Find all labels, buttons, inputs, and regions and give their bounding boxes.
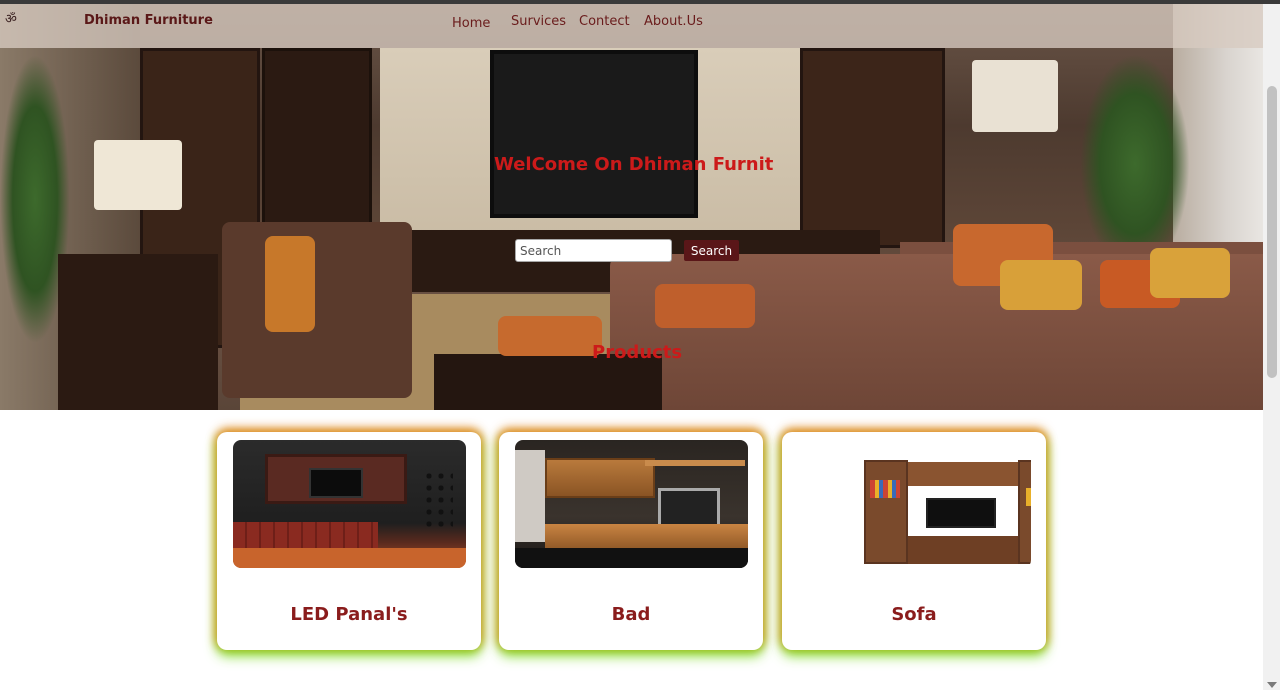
hero-bg-armchair: [222, 222, 412, 398]
scrollbar-thumb[interactable]: [1267, 86, 1277, 378]
sofa-base-cabinet: [908, 536, 1018, 564]
hero-bg-lamp-left: [94, 140, 182, 210]
nav-link-home[interactable]: Home: [452, 16, 490, 31]
product-image-led-panel[interactable]: [233, 440, 466, 568]
hero-bg-tv: [490, 50, 698, 218]
product-image-bad[interactable]: [515, 440, 748, 568]
sofa-books: [1026, 488, 1031, 506]
bad-window: [515, 450, 545, 542]
hero-bg-cushion: [1150, 248, 1230, 298]
product-title[interactable]: Bad: [499, 604, 763, 625]
hero-bg-cushion: [265, 236, 315, 332]
top-navbar: ॐ Dhiman Furniture Home Survices Contect…: [0, 4, 1263, 48]
nav-link-about[interactable]: About.Us: [644, 14, 703, 29]
product-image-sofa[interactable]: [798, 440, 1031, 568]
led-bench: [233, 522, 378, 550]
sofa-left-tower: [864, 460, 908, 564]
brand-name[interactable]: Dhiman Furniture: [84, 13, 213, 28]
products-heading: Products: [592, 342, 683, 363]
page-scrollbar[interactable]: [1263, 4, 1280, 690]
hero-bg-side-table: [58, 254, 218, 410]
sofa-books: [870, 480, 900, 498]
hero-bg-cushion: [1000, 260, 1082, 310]
scroll-down-arrow-icon[interactable]: [1267, 682, 1277, 688]
product-card-led-panals[interactable]: LED Panal's: [217, 432, 481, 650]
hero-bg-lamp-right: [972, 60, 1058, 132]
bad-upper-cabinet: [545, 458, 655, 498]
bad-rug: [515, 548, 748, 568]
product-title[interactable]: Sofa: [782, 604, 1046, 625]
hero-bg-cushion: [655, 284, 755, 328]
product-card-bad[interactable]: Bad: [499, 432, 763, 650]
nav-link-contact[interactable]: Contect: [579, 14, 630, 29]
sofa-tv: [926, 498, 996, 528]
led-floor: [233, 548, 466, 568]
bad-shelf: [645, 460, 745, 466]
welcome-heading: WelCome On Dhiman Furnitur: [494, 154, 774, 175]
hero-bg-cushion: [498, 316, 602, 356]
product-title[interactable]: LED Panal's: [217, 604, 481, 625]
sofa-right-tower: [1018, 460, 1031, 564]
search-input[interactable]: [515, 239, 672, 262]
product-card-sofa[interactable]: Sofa: [782, 432, 1046, 650]
om-icon[interactable]: ॐ: [5, 13, 19, 27]
nav-link-services[interactable]: Survices: [511, 14, 566, 29]
led-screen: [309, 468, 363, 498]
led-wall-decor: [423, 470, 453, 530]
search-button[interactable]: Search: [684, 240, 739, 261]
sofa-top-cabinet: [908, 462, 1018, 486]
hero-bg-plant-right: [1080, 54, 1190, 274]
hero-bg-shelf-right: [800, 48, 945, 248]
